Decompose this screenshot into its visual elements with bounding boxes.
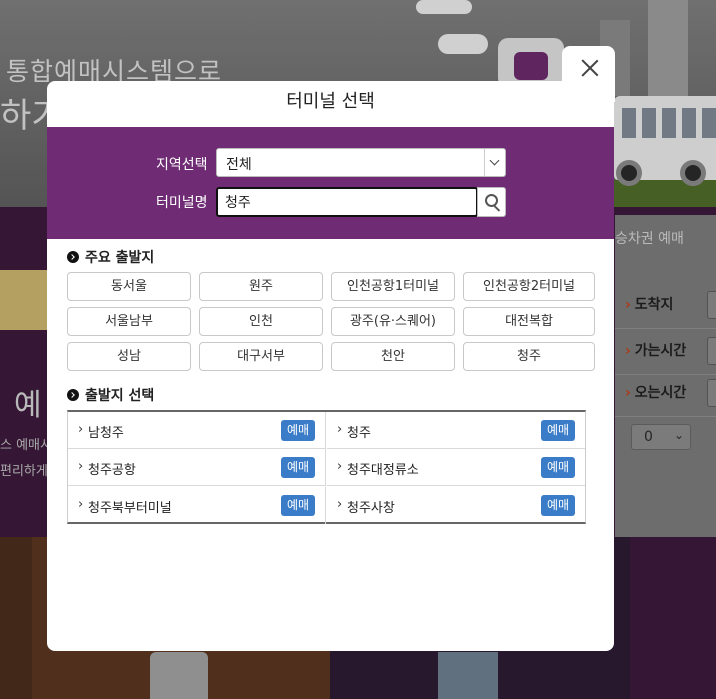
- major-terminal-button[interactable]: 인천공항1터미널: [331, 272, 455, 301]
- circle-chevron-icon: [67, 389, 79, 401]
- major-terminal-button[interactable]: 동서울: [67, 272, 191, 301]
- major-terminal-button[interactable]: 성남: [67, 342, 191, 371]
- circle-chevron-icon: [67, 251, 79, 263]
- chevron-right-icon: ›: [78, 459, 84, 474]
- terminal-select-modal: 터미널 선택 지역선택 전체 터미널명 주요 출발지 동서울 원주 인천공항1터…: [47, 81, 614, 651]
- major-terminal-button[interactable]: 청주: [463, 342, 595, 371]
- result-cell: › 청주대정류소 예매: [327, 449, 585, 486]
- modal-title: 터미널 선택: [286, 91, 375, 112]
- chevron-right-icon: ›: [78, 422, 84, 437]
- major-terminal-button[interactable]: 서울남부: [67, 307, 191, 336]
- terminal-name-label: 터미널명: [156, 195, 208, 211]
- major-terminal-button[interactable]: 인천: [199, 307, 323, 336]
- major-terminal-button[interactable]: 인천공항2터미널: [463, 272, 595, 301]
- close-icon[interactable]: [575, 53, 605, 83]
- reserve-button[interactable]: 예매: [541, 457, 575, 478]
- result-cell: › 청주 예매: [327, 412, 585, 449]
- result-cell: › 남청주 예매: [68, 412, 326, 449]
- reserve-button[interactable]: 예매: [281, 420, 315, 441]
- terminal-name-input[interactable]: [216, 187, 478, 217]
- chevron-right-icon: ›: [337, 497, 343, 512]
- departure-results-table: › 남청주 예매 › 청주 예매 › 청주공항 예매 › 청주대정류소 예매 ›…: [67, 410, 586, 524]
- chevron-right-icon: ›: [78, 497, 84, 512]
- result-terminal-name[interactable]: 남청주: [88, 422, 124, 441]
- major-terminal-button[interactable]: 천안: [331, 342, 455, 371]
- region-select-value: 전체: [226, 157, 252, 173]
- reserve-button[interactable]: 예매: [541, 495, 575, 516]
- reserve-button[interactable]: 예매: [541, 420, 575, 441]
- departure-select-title: 출발지 선택: [85, 388, 155, 404]
- result-terminal-name[interactable]: 청주사창: [347, 497, 395, 516]
- reserve-button[interactable]: 예매: [281, 495, 315, 516]
- result-cell: › 청주공항 예매: [68, 449, 326, 486]
- reserve-button[interactable]: 예매: [281, 457, 315, 478]
- chevron-down-icon: [484, 149, 505, 176]
- region-select[interactable]: 전체: [216, 148, 506, 177]
- major-terminal-button[interactable]: 광주(유·스퀘어): [331, 307, 455, 336]
- result-cell: › 청주북부터미널 예매: [68, 487, 326, 524]
- major-terminals-heading: 주요 출발지: [67, 247, 154, 267]
- major-terminal-button[interactable]: 대구서부: [199, 342, 323, 371]
- result-terminal-name[interactable]: 청주대정류소: [347, 459, 419, 478]
- search-panel: 지역선택 전체 터미널명: [47, 127, 614, 239]
- chevron-right-icon: ›: [337, 459, 343, 474]
- departure-select-heading: 출발지 선택: [67, 385, 154, 405]
- result-cell: › 청주사창 예매: [327, 487, 585, 524]
- search-icon[interactable]: [477, 187, 506, 217]
- result-terminal-name[interactable]: 청주: [347, 422, 371, 441]
- chevron-right-icon: ›: [337, 422, 343, 437]
- major-terminal-button[interactable]: 대전복합: [463, 307, 595, 336]
- result-terminal-name[interactable]: 청주북부터미널: [88, 497, 172, 516]
- major-terminals-title: 주요 출발지: [85, 250, 155, 266]
- major-terminal-button[interactable]: 원주: [199, 272, 323, 301]
- region-label: 지역선택: [156, 157, 208, 173]
- result-terminal-name[interactable]: 청주공항: [88, 459, 136, 478]
